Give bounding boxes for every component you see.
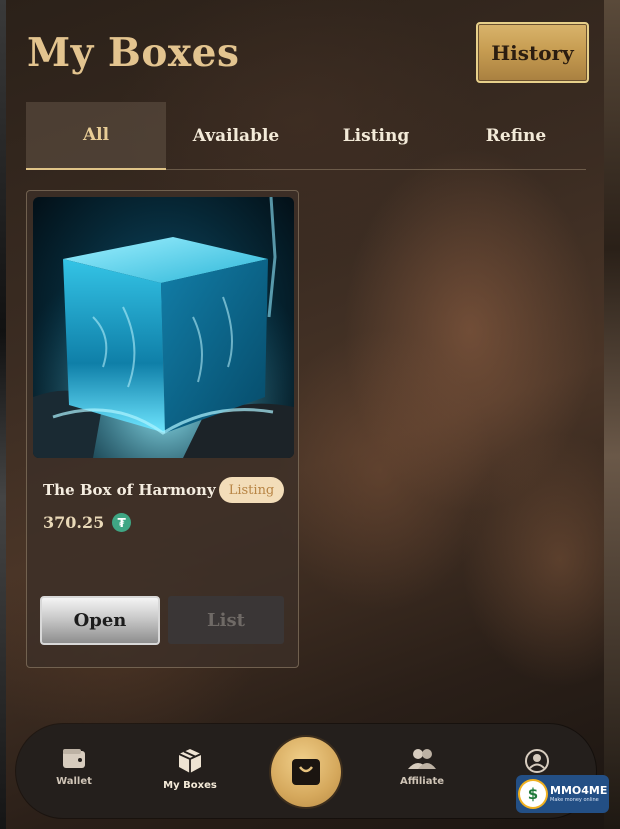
dollar-icon: $ [520, 781, 546, 807]
price-row: 370.25 ₮ [43, 513, 132, 532]
tab-all[interactable]: All [26, 102, 166, 170]
watermark-tagline: Make money online [550, 796, 599, 803]
page-title: My Boxes [27, 30, 240, 76]
shopping-bag-icon [292, 759, 320, 785]
left-edge-frame [0, 0, 6, 829]
watermark-logo: $ MMO4ME Make money online [516, 775, 609, 813]
history-button[interactable]: History [476, 22, 589, 83]
shop-button[interactable] [271, 737, 341, 807]
nav-label: Wallet [56, 776, 92, 787]
box-name: The Box of Harmony [43, 481, 216, 499]
box-price: 370.25 [43, 513, 105, 532]
nav-label: Affiliate [399, 776, 445, 787]
nav-item-affiliate[interactable]: Affiliate [377, 748, 467, 787]
users-icon [408, 749, 436, 769]
user-profile-icon [525, 749, 549, 773]
tab-listing[interactable]: Listing [306, 102, 446, 170]
tab-available[interactable]: Available [166, 102, 306, 170]
right-edge-frame [604, 0, 620, 829]
watermark-brand: MMO4ME [550, 783, 608, 797]
tab-refine[interactable]: Refine [446, 102, 586, 170]
wallet-icon [63, 749, 85, 768]
status-badge: Listing [219, 477, 284, 503]
filter-tabs: All Available Listing Refine [26, 102, 586, 170]
box-icon [178, 749, 202, 773]
open-button[interactable]: Open [40, 596, 160, 645]
box-image [33, 197, 294, 458]
nav-item-profile[interactable] [492, 748, 582, 774]
nav-item-my-boxes[interactable]: My Boxes [145, 748, 235, 791]
bottom-navigation: Wallet My Boxes Affiliate [16, 724, 596, 818]
nav-label: My Boxes [163, 780, 217, 791]
box-card[interactable]: The Box of Harmony Listing 370.25 ₮ Open… [26, 190, 299, 668]
nav-item-wallet[interactable]: Wallet [29, 748, 119, 787]
tether-token-icon: ₮ [112, 513, 132, 532]
list-button[interactable]: List [168, 596, 284, 644]
